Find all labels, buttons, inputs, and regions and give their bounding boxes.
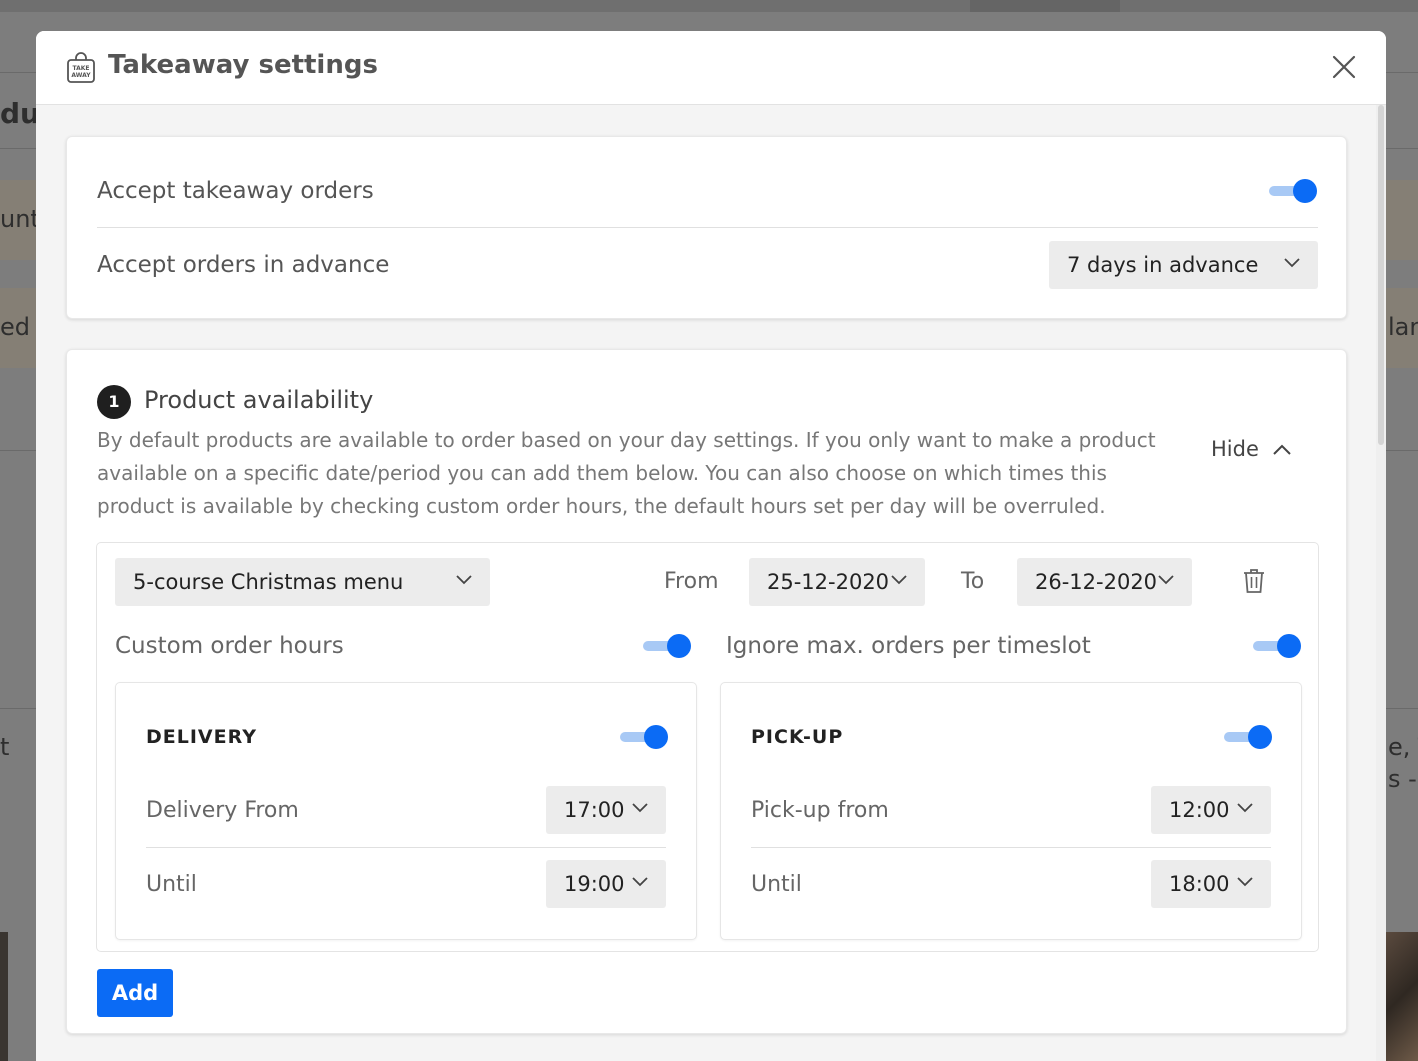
bg-photo bbox=[1386, 932, 1418, 1061]
delivery-from-value: 17:00 bbox=[564, 798, 625, 822]
chevron-down-icon bbox=[1237, 877, 1253, 887]
to-label: To bbox=[961, 569, 985, 594]
from-date-select[interactable]: 25-12-2020 bbox=[749, 558, 925, 606]
pickup-until-value: 18:00 bbox=[1169, 872, 1230, 896]
product-value: 5-course Christmas menu bbox=[133, 570, 404, 594]
custom-hours-toggle[interactable] bbox=[641, 633, 691, 659]
bg-row-text: lan bbox=[1388, 313, 1418, 341]
general-settings-card: Accept takeaway orders Accept orders in … bbox=[66, 136, 1347, 319]
pickup-title: PICK-UP bbox=[751, 726, 844, 748]
bg-row-text: e, T bbox=[1388, 733, 1418, 761]
delivery-until-value: 19:00 bbox=[564, 872, 625, 896]
hide-button[interactable]: Hide bbox=[1211, 437, 1291, 461]
takeaway-settings-modal: TAKE AWAY Takeaway settings Accept takea… bbox=[36, 31, 1386, 1061]
ignore-max-toggle[interactable] bbox=[1251, 633, 1301, 659]
takeaway-bag-icon: TAKE AWAY bbox=[67, 52, 95, 83]
toggle-knob bbox=[644, 725, 668, 749]
chevron-down-icon bbox=[632, 803, 648, 813]
close-icon[interactable] bbox=[1330, 53, 1358, 81]
pickup-until-label: Until bbox=[751, 872, 802, 897]
toggle-knob bbox=[667, 634, 691, 658]
bg-row-text: unt bbox=[0, 205, 40, 233]
pickup-until-select[interactable]: 18:00 bbox=[1151, 860, 1271, 908]
product-availability-card: 1 Product availability By default produc… bbox=[66, 349, 1347, 1034]
toggle-knob bbox=[1248, 725, 1272, 749]
trash-icon[interactable] bbox=[1242, 568, 1266, 594]
section-title: Product availability bbox=[144, 386, 374, 414]
product-select[interactable]: 5-course Christmas menu bbox=[115, 558, 490, 606]
delivery-from-select[interactable]: 17:00 bbox=[546, 786, 666, 834]
bg-photo bbox=[0, 932, 8, 1061]
bg-tab bbox=[970, 0, 1120, 12]
pickup-from-label: Pick-up from bbox=[751, 798, 889, 823]
svg-text:TAKE: TAKE bbox=[72, 65, 89, 72]
row-divider bbox=[146, 847, 666, 848]
toggle-knob bbox=[1293, 179, 1317, 203]
advance-days-value: 7 days in advance bbox=[1067, 253, 1259, 277]
add-button[interactable]: Add bbox=[97, 969, 173, 1017]
chevron-down-icon bbox=[891, 575, 907, 585]
delivery-until-select[interactable]: 19:00 bbox=[546, 860, 666, 908]
bg-topbar bbox=[0, 0, 1418, 12]
accept-takeaway-toggle[interactable] bbox=[1267, 178, 1317, 204]
modal-title: Takeaway settings bbox=[108, 50, 378, 80]
to-date-value: 26-12-2020 bbox=[1035, 570, 1158, 594]
accept-takeaway-label: Accept takeaway orders bbox=[97, 178, 374, 204]
section-description: By default products are available to ord… bbox=[97, 428, 1156, 518]
to-date-select[interactable]: 26-12-2020 bbox=[1017, 558, 1192, 606]
modal-scrollbar[interactable] bbox=[1376, 105, 1386, 1061]
hide-label: Hide bbox=[1211, 437, 1259, 461]
step-badge: 1 bbox=[97, 385, 131, 419]
modal-header: TAKE AWAY Takeaway settings bbox=[36, 31, 1386, 105]
availability-item: 5-course Christmas menu From 25-12-2020 … bbox=[96, 542, 1319, 952]
accept-advance-label: Accept orders in advance bbox=[97, 252, 390, 278]
toggle-knob bbox=[1277, 634, 1301, 658]
delivery-card: DELIVERY Delivery From 17:00 Until 19:00 bbox=[115, 682, 697, 940]
pickup-from-select[interactable]: 12:00 bbox=[1151, 786, 1271, 834]
from-label: From bbox=[664, 569, 719, 594]
pickup-toggle[interactable] bbox=[1222, 724, 1272, 750]
chevron-down-icon bbox=[456, 575, 472, 585]
from-date-value: 25-12-2020 bbox=[767, 570, 890, 594]
delivery-title: DELIVERY bbox=[146, 726, 257, 748]
pickup-from-value: 12:00 bbox=[1169, 798, 1230, 822]
bg-row-text: s - bbox=[1388, 765, 1417, 793]
ignore-max-label: Ignore max. orders per timeslot bbox=[726, 633, 1091, 659]
chevron-down-icon bbox=[1284, 258, 1300, 268]
row-divider bbox=[97, 227, 1318, 228]
delivery-from-label: Delivery From bbox=[146, 798, 299, 823]
chevron-down-icon bbox=[1158, 575, 1174, 585]
chevron-down-icon bbox=[1237, 803, 1253, 813]
bg-row-text: t bbox=[0, 733, 10, 761]
delivery-toggle[interactable] bbox=[618, 724, 668, 750]
pickup-card: PICK-UP Pick-up from 12:00 Until 18:00 bbox=[720, 682, 1302, 940]
svg-text:AWAY: AWAY bbox=[71, 72, 91, 79]
row-divider bbox=[751, 847, 1271, 848]
custom-hours-label: Custom order hours bbox=[115, 633, 344, 659]
advance-days-select[interactable]: 7 days in advance bbox=[1049, 241, 1318, 289]
delivery-until-label: Until bbox=[146, 872, 197, 897]
scrollbar-thumb[interactable] bbox=[1378, 105, 1384, 445]
chevron-down-icon bbox=[632, 877, 648, 887]
chevron-up-icon bbox=[1273, 444, 1291, 455]
